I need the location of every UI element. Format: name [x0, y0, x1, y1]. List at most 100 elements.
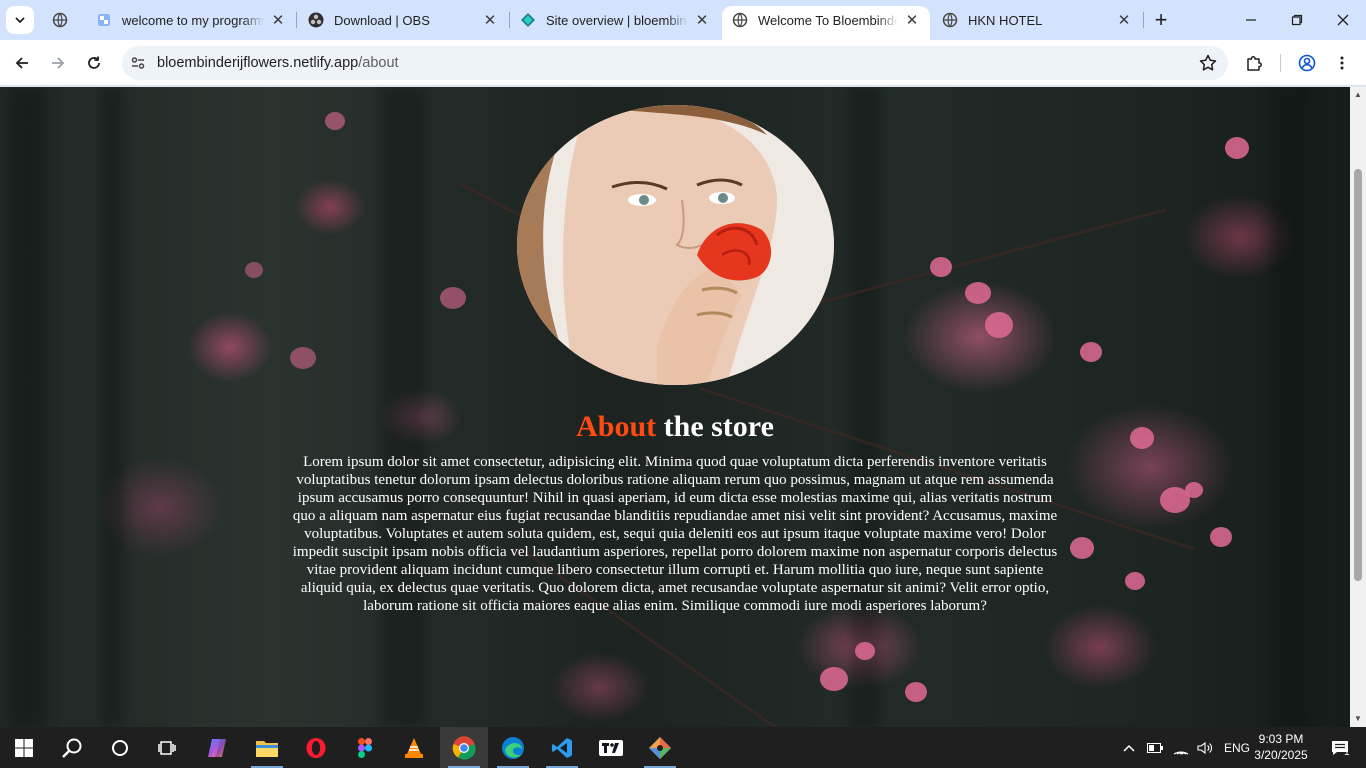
browser-toolbar: bloembinderijflowers.netlify.app/about — [0, 40, 1366, 86]
new-tab-button[interactable]: + — [1148, 7, 1174, 32]
taskbar-chrome[interactable] — [440, 727, 488, 768]
tab-title: welcome to my programm — [122, 12, 264, 28]
pinned-tab[interactable] — [46, 8, 74, 32]
extensions-button[interactable] — [1240, 49, 1268, 77]
taskbar-figma[interactable] — [341, 727, 389, 768]
taskbar-opera[interactable] — [292, 727, 340, 768]
background-decoration — [10, 87, 46, 727]
wifi-icon[interactable] — [1170, 741, 1192, 755]
taskbar-clock[interactable]: 9:03 PM 3/20/2025 — [1250, 731, 1312, 763]
close-tab-icon[interactable]: ✕ — [270, 12, 286, 29]
scroll-down-arrow-icon[interactable]: ▼ — [1353, 714, 1363, 724]
search-icon — [62, 738, 82, 758]
background-decoration — [1080, 342, 1102, 362]
netlify-icon — [520, 12, 536, 28]
background-decoration — [380, 87, 426, 727]
tab-title: Site overview | bloembinderij — [546, 12, 688, 28]
background-decoration — [1125, 572, 1145, 590]
background-decoration — [985, 312, 1013, 338]
address-bar[interactable]: bloembinderijflowers.netlify.app/about — [122, 46, 1228, 80]
windows-taskbar: ENG 9:03 PM 3/20/2025 1 — [0, 727, 1366, 768]
taskbar-edge[interactable] — [489, 727, 537, 768]
taskbar-copilot[interactable] — [194, 727, 242, 768]
page-title: About the store — [0, 410, 1350, 444]
opera-icon — [306, 737, 326, 758]
page-scrollbar[interactable]: ▲ ▼ — [1350, 87, 1366, 727]
volume-icon[interactable] — [1194, 741, 1216, 755]
title-accent: About — [576, 410, 657, 443]
tab-separator — [296, 12, 297, 28]
bookmark-star-icon[interactable] — [1198, 53, 1218, 73]
clock-date: 3/20/2025 — [1254, 748, 1308, 762]
language-indicator[interactable]: ENG — [1224, 741, 1250, 755]
background-decoration — [1185, 482, 1203, 498]
url-path: /about — [358, 55, 399, 71]
copilot-icon — [208, 738, 226, 757]
chrome-menu-button[interactable] — [1328, 49, 1356, 77]
title-rest: the store — [656, 410, 774, 443]
back-arrow-icon — [15, 57, 28, 69]
close-icon — [1337, 14, 1349, 26]
show-hidden-icons-chevron-icon[interactable] — [1120, 744, 1138, 752]
start-button[interactable] — [0, 727, 48, 768]
scrollbar-thumb[interactable] — [1354, 169, 1362, 581]
globe-icon — [52, 12, 68, 28]
close-tab-icon[interactable]: ✕ — [1116, 12, 1132, 29]
taskbar-vlc[interactable] — [390, 727, 438, 768]
background-decoration — [850, 87, 880, 727]
background-decoration — [325, 112, 345, 130]
windows-start-icon — [15, 738, 33, 757]
url-host: bloembinderijflowers.netlify.app — [157, 55, 359, 71]
tab-site-overview[interactable]: Site overview | bloembinderij ✕ — [510, 6, 720, 34]
task-view-button[interactable] — [144, 727, 192, 768]
taskbar-vscode[interactable] — [538, 727, 586, 768]
close-window-button[interactable] — [1320, 0, 1366, 40]
chevron-down-icon — [15, 17, 25, 24]
background-decoration — [1210, 527, 1232, 547]
taskbar-tradingview[interactable] — [587, 727, 635, 768]
restore-button[interactable] — [1274, 0, 1320, 40]
background-decoration — [290, 347, 316, 369]
forward-button[interactable] — [44, 49, 72, 77]
close-tab-icon[interactable]: ✕ — [904, 12, 920, 29]
profile-button[interactable] — [1293, 49, 1321, 77]
tab-strip: welcome to my programm ✕ Download | OBS … — [0, 0, 1366, 40]
background-decoration — [820, 667, 848, 691]
scroll-up-arrow-icon[interactable]: ▲ — [1353, 90, 1363, 100]
reload-icon — [88, 56, 100, 69]
url-text: bloembinderijflowers.netlify.app/about — [157, 55, 399, 71]
battery-icon[interactable] — [1144, 742, 1166, 753]
tab-search-button[interactable] — [6, 6, 34, 34]
taskbar-file-explorer[interactable] — [243, 727, 291, 768]
file-explorer-icon — [256, 740, 278, 757]
reload-button[interactable] — [80, 49, 108, 77]
vlc-icon — [405, 737, 423, 758]
vscode-icon — [552, 737, 572, 758]
minimize-button[interactable] — [1228, 0, 1274, 40]
toolbar-divider — [1280, 54, 1281, 72]
tab-welcome-programm[interactable]: welcome to my programm ✕ — [86, 6, 296, 34]
background-decoration — [1270, 87, 1310, 727]
background-decoration — [100, 87, 124, 727]
taskbar-git[interactable] — [636, 727, 684, 768]
close-tab-icon[interactable]: ✕ — [694, 12, 710, 29]
taskbar-search-button[interactable] — [48, 727, 96, 768]
background-decoration — [965, 282, 991, 304]
tab-welcome-bloembinderij[interactable]: Welcome To Bloembinderij ✕ — [722, 6, 930, 40]
site-info-icon[interactable] — [128, 53, 148, 73]
background-decoration — [1225, 137, 1249, 159]
notification-center-button[interactable]: 1 — [1320, 727, 1360, 768]
background-decoration — [1070, 537, 1094, 559]
git-icon — [649, 736, 671, 759]
tab-hkn-hotel[interactable]: HKN HOTEL ✕ — [932, 6, 1142, 34]
tab-title: Download | OBS — [334, 12, 430, 28]
background-decoration — [905, 682, 927, 702]
profile-avatar-icon — [1298, 54, 1316, 72]
tab-download-obs[interactable]: Download | OBS ✕ — [298, 6, 508, 34]
back-button[interactable] — [8, 49, 36, 77]
cortana-button[interactable] — [96, 727, 144, 768]
forward-arrow-icon — [52, 57, 65, 69]
close-tab-icon[interactable]: ✕ — [482, 12, 498, 29]
tab-title: Welcome To Bloembinderij — [758, 12, 898, 28]
task-view-icon — [158, 740, 176, 755]
